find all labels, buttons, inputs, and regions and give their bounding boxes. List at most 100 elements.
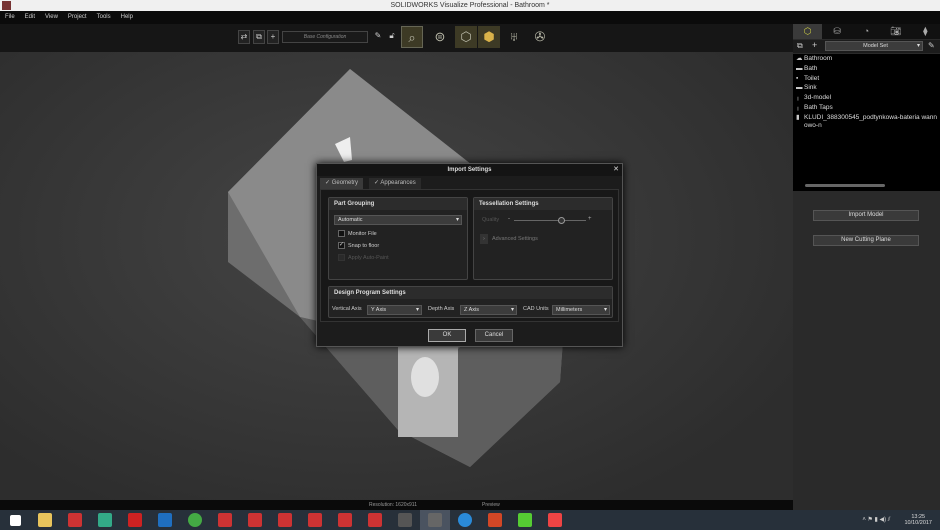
add-icon[interactable]: + [267, 30, 279, 44]
import-model-button[interactable]: Import Model [813, 210, 919, 221]
wireframe-mode-icon[interactable]: ⬡ [455, 26, 477, 48]
tree-item[interactable]: ▮ KLUDI_388300545_podtynkowa-bateria wann… [793, 113, 940, 130]
powerpoint-icon[interactable] [480, 510, 510, 530]
quality-label: Quality [482, 217, 500, 223]
app-icon[interactable] [450, 510, 480, 530]
main-toolbar: ⇄ ⧉ + Base Configuration ✎ 🔓︎ ⌕ ⊜ ⬡ ⬢ ♅ … [0, 24, 793, 52]
quality-minus: - [508, 216, 510, 222]
tab-geometry[interactable]: ✓ Geometry [320, 178, 364, 189]
part-grouping-panel: Part Grouping Automatic Monitor File ✓Sn… [328, 197, 468, 280]
tree-item[interactable]: ╷ Bath Taps [793, 103, 940, 113]
preview-text: Preview [482, 502, 500, 508]
app-icon[interactable] [60, 510, 90, 530]
tessellation-panel: Tessellation Settings Quality - + › Adva… [473, 197, 613, 280]
tree-item[interactable]: ╷ 3d-model [793, 93, 940, 103]
cad-units-select[interactable]: Millimeters [552, 305, 610, 315]
scenes-tab-icon[interactable]: ◔ [852, 24, 881, 39]
cameras-tab-icon[interactable]: 📷︎ [881, 24, 910, 39]
menu-file[interactable]: File [5, 11, 15, 24]
menu-bar: File Edit View Project Tools Help [0, 11, 940, 24]
model-set-select[interactable]: Model Set [825, 41, 923, 51]
solid-mode-icon[interactable]: ⬢ [478, 26, 500, 48]
vertical-axis-select[interactable]: Y Axis [367, 305, 422, 315]
palette-panel: ⬡ ⛁ ◔ 📷︎ ⧫ ⧉ + Model Set ✎ ☁Bathroom ▬Ba… [793, 24, 940, 510]
tree-item[interactable]: ☁ Bathroom [793, 54, 940, 64]
appearances-tab-icon[interactable]: ⛁ [822, 24, 851, 39]
new-cutting-plane-button[interactable]: New Cutting Plane [813, 235, 919, 246]
camtasia-icon[interactable] [510, 510, 540, 530]
solidworks-icon[interactable] [240, 510, 270, 530]
app-icon[interactable] [90, 510, 120, 530]
tree-item[interactable]: ▪ Toilet [793, 74, 940, 84]
part-icon: ▬ [796, 84, 803, 92]
panel-title: Design Program Settings [329, 287, 612, 299]
tab-appearances[interactable]: ✓ Appearances [369, 178, 421, 189]
app-icon[interactable] [2, 1, 11, 10]
system-tray-icons[interactable]: ˄ ⚑ ▮ ◀︎) ⫽ [862, 516, 890, 524]
solidworks-icon[interactable] [300, 510, 330, 530]
solidworks-icon[interactable] [210, 510, 240, 530]
slider-thumb[interactable] [558, 217, 566, 224]
configuration-select[interactable]: Base Configuration [282, 31, 368, 43]
snap-to-floor-checkbox[interactable]: ✓ Snap to floor [338, 242, 379, 250]
depth-axis-label: Depth Axis [428, 306, 455, 312]
window-title: SOLIDWORKS Visualize Professional - Bath… [390, 2, 550, 9]
menu-help[interactable]: Help [121, 11, 133, 24]
tree-item[interactable]: ▬ Sink [793, 83, 940, 93]
menu-project[interactable]: Project [68, 11, 87, 24]
chrome-icon[interactable] [180, 510, 210, 530]
apply-auto-paint-checkbox[interactable]: Apply Auto-Paint [338, 254, 389, 262]
cad-units-label: CAD Units [523, 306, 549, 312]
visualize-icon[interactable] [390, 510, 420, 530]
clock[interactable]: 13:25 10/10/2017 [904, 514, 932, 526]
file-explorer-icon[interactable] [30, 510, 60, 530]
add-icon[interactable]: + [812, 40, 817, 50]
outlook-icon[interactable] [150, 510, 180, 530]
panel-title: Part Grouping [329, 198, 467, 210]
part-grouping-select[interactable]: Automatic [334, 215, 462, 225]
solidworks-icon[interactable] [270, 510, 300, 530]
part-icon: ▪ [796, 74, 799, 82]
taskbar: ˄ ⚑ ▮ ◀︎) ⫽ 13:25 10/10/2017 [0, 510, 940, 530]
menu-view[interactable]: View [45, 11, 58, 24]
visualize-icon[interactable] [420, 510, 450, 530]
monitor-file-checkbox[interactable]: Monitor File [338, 230, 377, 238]
menu-tools[interactable]: Tools [97, 11, 111, 24]
status-bar: Resolution: 1620x911 Preview [0, 500, 793, 510]
clock-date: 10/10/2017 [904, 520, 932, 526]
edit-icon[interactable]: ✎ [372, 30, 384, 44]
design-program-panel: Design Program Settings Vertical Axis Y … [328, 286, 613, 318]
zoom-icon[interactable]: ⌕ [401, 26, 423, 48]
horizontal-scrollbar[interactable] [805, 184, 885, 187]
copy-icon[interactable]: ⧉ [253, 30, 265, 44]
part-icon: ╷ [796, 94, 800, 102]
dialog-title: Import Settings [317, 164, 622, 176]
close-icon[interactable]: ✕ [613, 165, 619, 173]
advanced-settings-toggle[interactable]: Advanced Settings [492, 236, 538, 242]
models-tab-icon[interactable]: ⬡ [793, 24, 823, 39]
aperture-icon[interactable]: ✇ [529, 26, 551, 48]
cancel-button[interactable]: Cancel [475, 329, 513, 342]
panel-title: Tessellation Settings [474, 198, 612, 210]
libraries-tab-icon[interactable]: ⧫ [911, 24, 940, 39]
swap-icon[interactable]: ⇄ [238, 30, 250, 44]
menu-edit[interactable]: Edit [25, 11, 35, 24]
app-icon[interactable] [120, 510, 150, 530]
model-icon: ☁ [796, 55, 803, 62]
solidworks-icon[interactable] [330, 510, 360, 530]
lock-icon[interactable]: 🔓︎ [386, 30, 398, 44]
part-icon: ╷ [796, 103, 800, 111]
start-icon[interactable] [0, 510, 30, 530]
quality-slider[interactable] [514, 217, 586, 224]
edit-icon[interactable]: ✎ [928, 41, 935, 50]
ok-button[interactable]: OK [428, 329, 466, 342]
solidworks-icon[interactable] [360, 510, 390, 530]
camtasia-recorder-icon[interactable] [540, 510, 570, 530]
expand-icon[interactable]: › [480, 234, 488, 244]
duplicate-icon[interactable]: ⧉ [797, 41, 803, 51]
depth-axis-select[interactable]: Z Axis [460, 305, 517, 315]
render-mode-icon[interactable]: ♅ [503, 26, 525, 48]
quality-plus: + [588, 216, 592, 222]
turntable-icon[interactable]: ⊜ [429, 26, 451, 48]
tree-item[interactable]: ▬ Bath [793, 64, 940, 74]
